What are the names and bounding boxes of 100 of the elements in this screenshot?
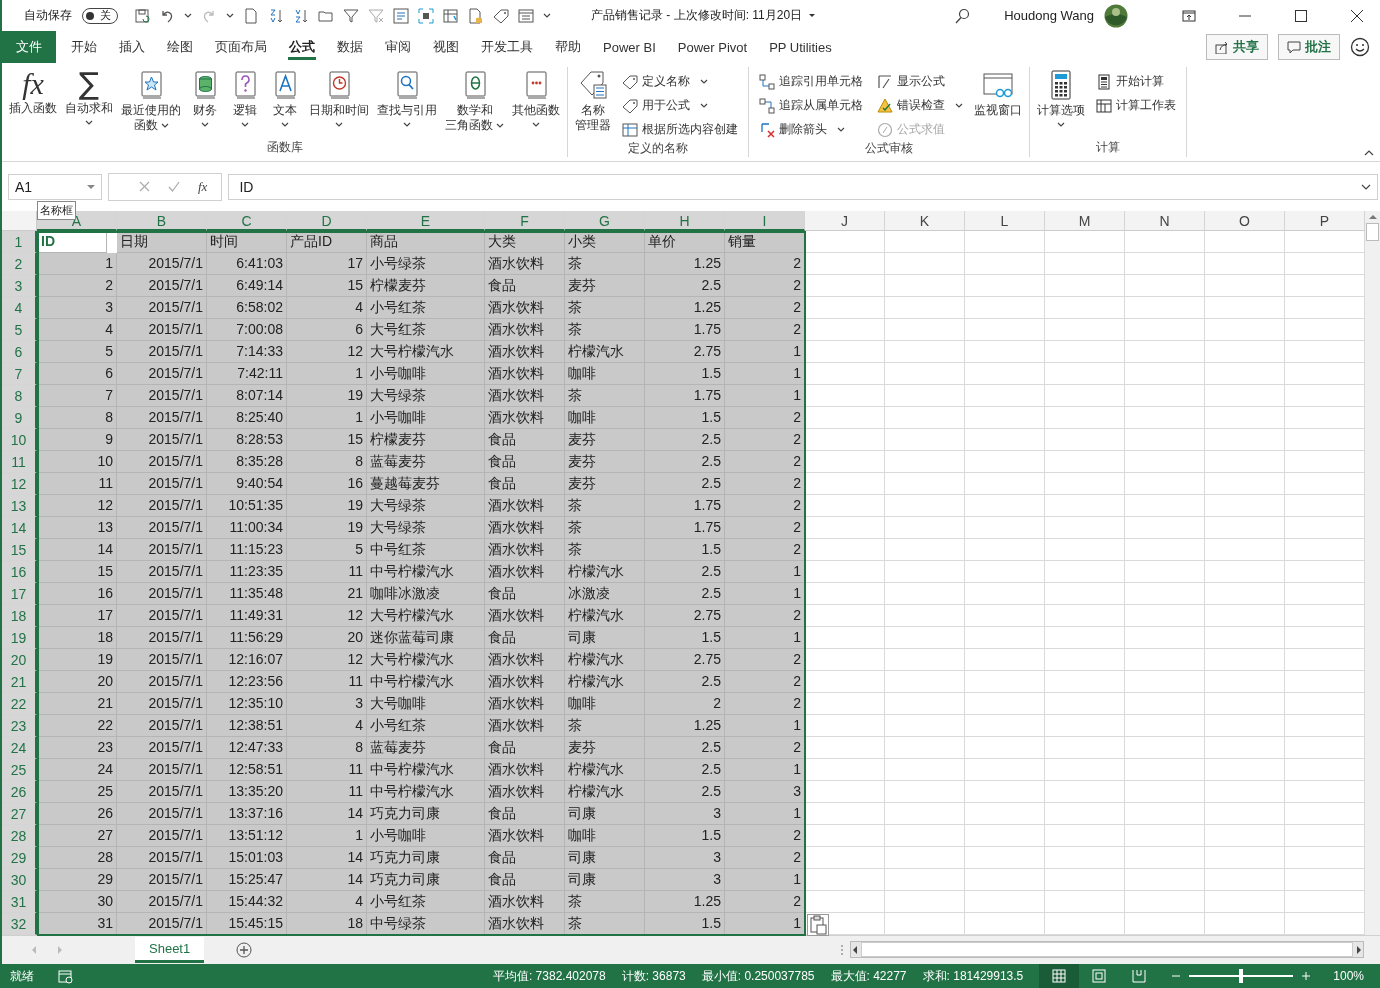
document-database-icon[interactable] [468, 7, 484, 24]
row-header[interactable]: 16 [2, 560, 37, 583]
check-icon[interactable] [168, 181, 180, 193]
status-stat[interactable]: 最小值: 0.250037785 [701, 967, 815, 985]
select-frame-icon[interactable] [418, 7, 434, 24]
ribbon-button[interactable]: 逻辑 [226, 67, 264, 140]
row-header[interactable]: 20 [2, 648, 37, 671]
tag-icon[interactable] [493, 7, 509, 24]
smiley-icon[interactable] [1350, 37, 1370, 58]
filter-clear-icon[interactable] [368, 7, 384, 24]
row-header[interactable]: 24 [2, 736, 37, 759]
ribbon-tab[interactable]: 开发工具 [470, 31, 544, 64]
table-sparkle-icon[interactable] [443, 7, 459, 24]
add-sheet-icon[interactable] [236, 941, 253, 958]
row-header[interactable]: 27 [2, 802, 37, 825]
row-header[interactable]: 25 [2, 758, 37, 781]
column-header[interactable]: N [1125, 210, 1205, 231]
ribbon-button[interactable]: 财务 [186, 67, 224, 140]
ribbon-button[interactable]: 其他函数 [509, 67, 563, 140]
column-header[interactable]: G [565, 210, 645, 231]
cancel-icon[interactable] [139, 181, 150, 193]
form-icon[interactable] [393, 7, 409, 24]
row-header[interactable]: 29 [2, 846, 37, 869]
row-header[interactable]: 13 [2, 494, 37, 517]
ribbon-button[interactable]: 用于公式 [620, 95, 740, 117]
row-header[interactable]: 14 [2, 516, 37, 539]
horizontal-scrollbar[interactable] [850, 941, 1364, 959]
row-header[interactable]: 21 [2, 670, 37, 693]
window-icon[interactable] [518, 7, 534, 24]
ribbon-button[interactable]: 显示公式 [875, 71, 965, 93]
ribbon-tab[interactable]: 插入 [108, 31, 156, 64]
ribbon-button[interactable]: 名称 管理器 [572, 67, 614, 141]
ribbon-tab[interactable]: 视图 [422, 31, 470, 64]
close-icon[interactable] [1350, 8, 1364, 23]
row-header[interactable]: 17 [2, 582, 37, 605]
column-header[interactable]: J [805, 210, 885, 231]
dropdown-icon[interactable] [808, 11, 817, 20]
avatar-icon[interactable] [1104, 3, 1128, 28]
column-header[interactable]: B [117, 210, 207, 231]
insert-function-button[interactable]: fx [198, 178, 208, 195]
column-header[interactable]: O [1205, 210, 1285, 231]
zoom-in-icon[interactable] [1301, 971, 1312, 981]
name-box[interactable]: A1 [8, 173, 102, 200]
column-header[interactable]: E [367, 210, 485, 231]
ribbon-tab[interactable]: 公式 [278, 31, 326, 64]
vertical-scrollbar[interactable] [1365, 210, 1380, 935]
ribbon-tab[interactable]: 开始 [60, 31, 108, 64]
row-header[interactable]: 15 [2, 538, 37, 561]
zoom-slider-thumb[interactable] [1239, 969, 1244, 983]
ribbon-tab[interactable]: 页面布局 [204, 31, 278, 64]
sort-descending-icon[interactable] [293, 7, 309, 24]
row-header[interactable]: 7 [2, 362, 37, 385]
row-header[interactable]: 8 [2, 384, 37, 407]
row-header[interactable]: 4 [2, 296, 37, 319]
ribbon-button[interactable]: 错误检查 [875, 95, 965, 117]
ribbon-button[interactable]: fx 插入函数 [6, 67, 60, 140]
scroll-thumb[interactable] [1366, 222, 1379, 241]
document-icon[interactable] [243, 7, 259, 24]
row-header[interactable]: 1 [2, 230, 37, 253]
column-header[interactable]: C [207, 210, 287, 231]
column-header[interactable]: L [965, 210, 1045, 231]
row-header[interactable]: 9 [2, 406, 37, 429]
status-stat[interactable]: 求和: 181429913.5 [922, 967, 1024, 985]
ribbon-button[interactable]: 删除箭头 [757, 119, 865, 141]
share-button[interactable]: 共享 [1206, 34, 1268, 61]
column-header[interactable]: F [485, 210, 565, 231]
ribbon-tab[interactable]: 绘图 [156, 31, 204, 64]
ribbon-tab[interactable]: 数据 [326, 31, 374, 64]
ribbon-button[interactable]: 追踪从属单元格 [757, 95, 865, 117]
row-header[interactable]: 23 [2, 714, 37, 737]
row-header[interactable]: 11 [2, 450, 37, 473]
ribbon-button[interactable]: 查找与引用 [374, 67, 440, 140]
zoom-level[interactable]: 100% [1333, 969, 1364, 983]
ribbon-button[interactable]: 计算工作表 [1094, 95, 1178, 117]
normal-view-button[interactable] [1039, 964, 1080, 988]
ribbon-tab[interactable]: Power BI [592, 31, 667, 64]
column-header[interactable]: P [1285, 210, 1365, 231]
ribbon-tab[interactable]: Power Pivot [666, 31, 759, 64]
user-name[interactable]: Houdong Wang [1004, 8, 1094, 24]
status-stat[interactable]: 计数: 36873 [621, 967, 686, 985]
row-header[interactable]: 2 [2, 252, 37, 275]
ribbon-button[interactable]: 日期和时间 [306, 67, 372, 140]
ribbon-button[interactable]: 文本 [266, 67, 304, 140]
ribbon-tab[interactable]: 文件 [2, 31, 56, 64]
ribbon-tab[interactable]: PP Utilities [758, 31, 843, 64]
ribbon-button[interactable]: 计算选项 [1034, 67, 1088, 140]
ribbon-button[interactable]: 最近使用的 函数 [118, 67, 184, 140]
row-header[interactable]: 3 [2, 274, 37, 297]
row-header[interactable]: 6 [2, 340, 37, 363]
row-header[interactable]: 22 [2, 692, 37, 715]
ribbon-button[interactable]: 追踪引用单元格 [757, 71, 865, 93]
status-stat[interactable]: 平均值: 7382.402078 [492, 967, 606, 985]
ribbon-button[interactable]: 监视窗口 [971, 67, 1025, 141]
row-header[interactable]: 31 [2, 890, 37, 913]
row-header[interactable]: 30 [2, 868, 37, 891]
column-header[interactable]: M [1045, 210, 1125, 231]
collapse-icon[interactable] [1364, 149, 1374, 158]
column-header[interactable]: D [287, 210, 367, 231]
row-header[interactable]: 19 [2, 626, 37, 649]
column-header[interactable]: H [645, 210, 725, 231]
